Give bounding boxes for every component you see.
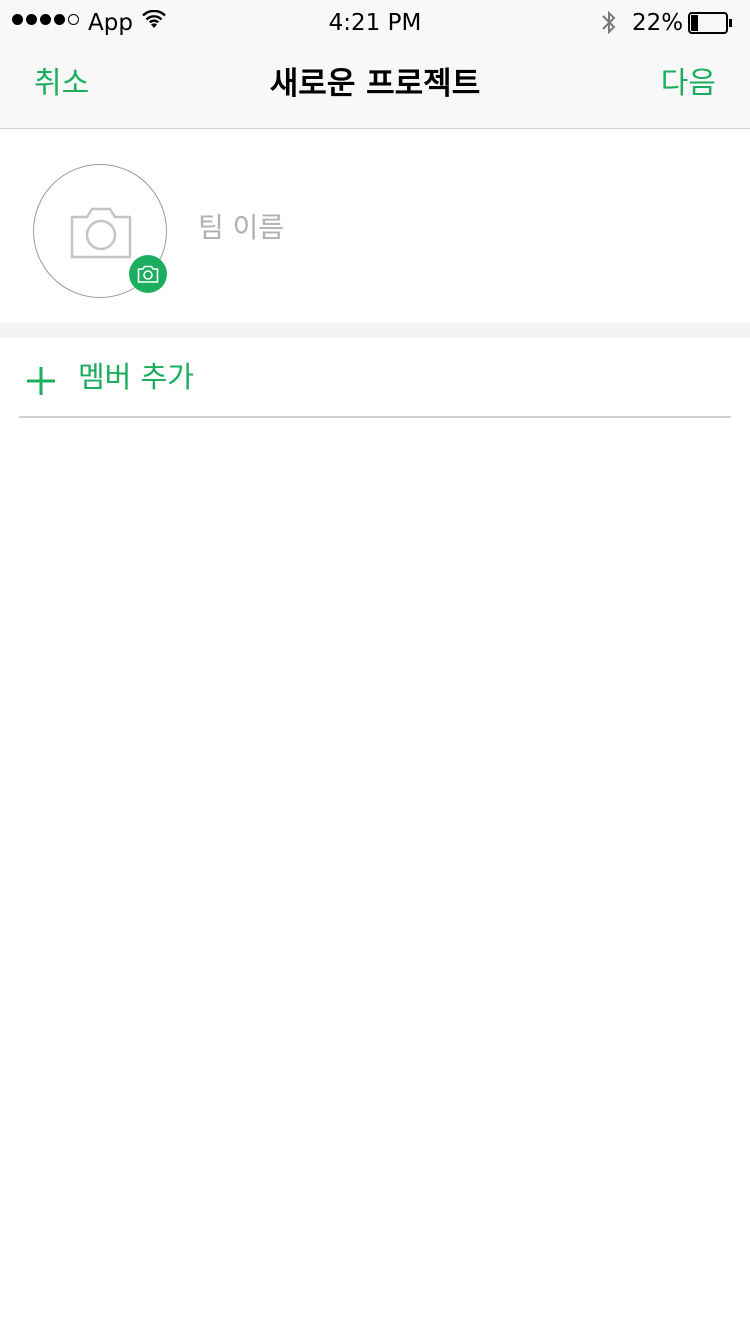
navigation-bar: 취소 새로운 프로젝트 다음 (0, 40, 750, 129)
bluetooth-icon (602, 10, 616, 35)
camera-icon (137, 265, 159, 283)
divider (19, 416, 731, 418)
team-name-input[interactable] (198, 207, 698, 247)
add-member-label: 멤버 추가 (78, 360, 194, 394)
battery-icon (688, 12, 732, 34)
camera-icon (70, 207, 132, 259)
status-bar: App 4:21 PM 22% (0, 0, 750, 40)
battery-percent: 22% (632, 10, 684, 36)
page-title: 새로운 프로젝트 (269, 66, 481, 102)
add-member-button[interactable]: 멤버 추가 (0, 338, 750, 418)
section-separator (0, 323, 750, 338)
plus-icon (27, 367, 55, 395)
new-project-screen: App 4:21 PM 22% 취소 새로운 프로젝트 다음 팀 이름 멤버 추… (0, 0, 750, 1334)
change-photo-badge[interactable] (129, 255, 167, 293)
next-button[interactable]: 다음 (661, 62, 716, 106)
team-info-section (0, 129, 750, 323)
